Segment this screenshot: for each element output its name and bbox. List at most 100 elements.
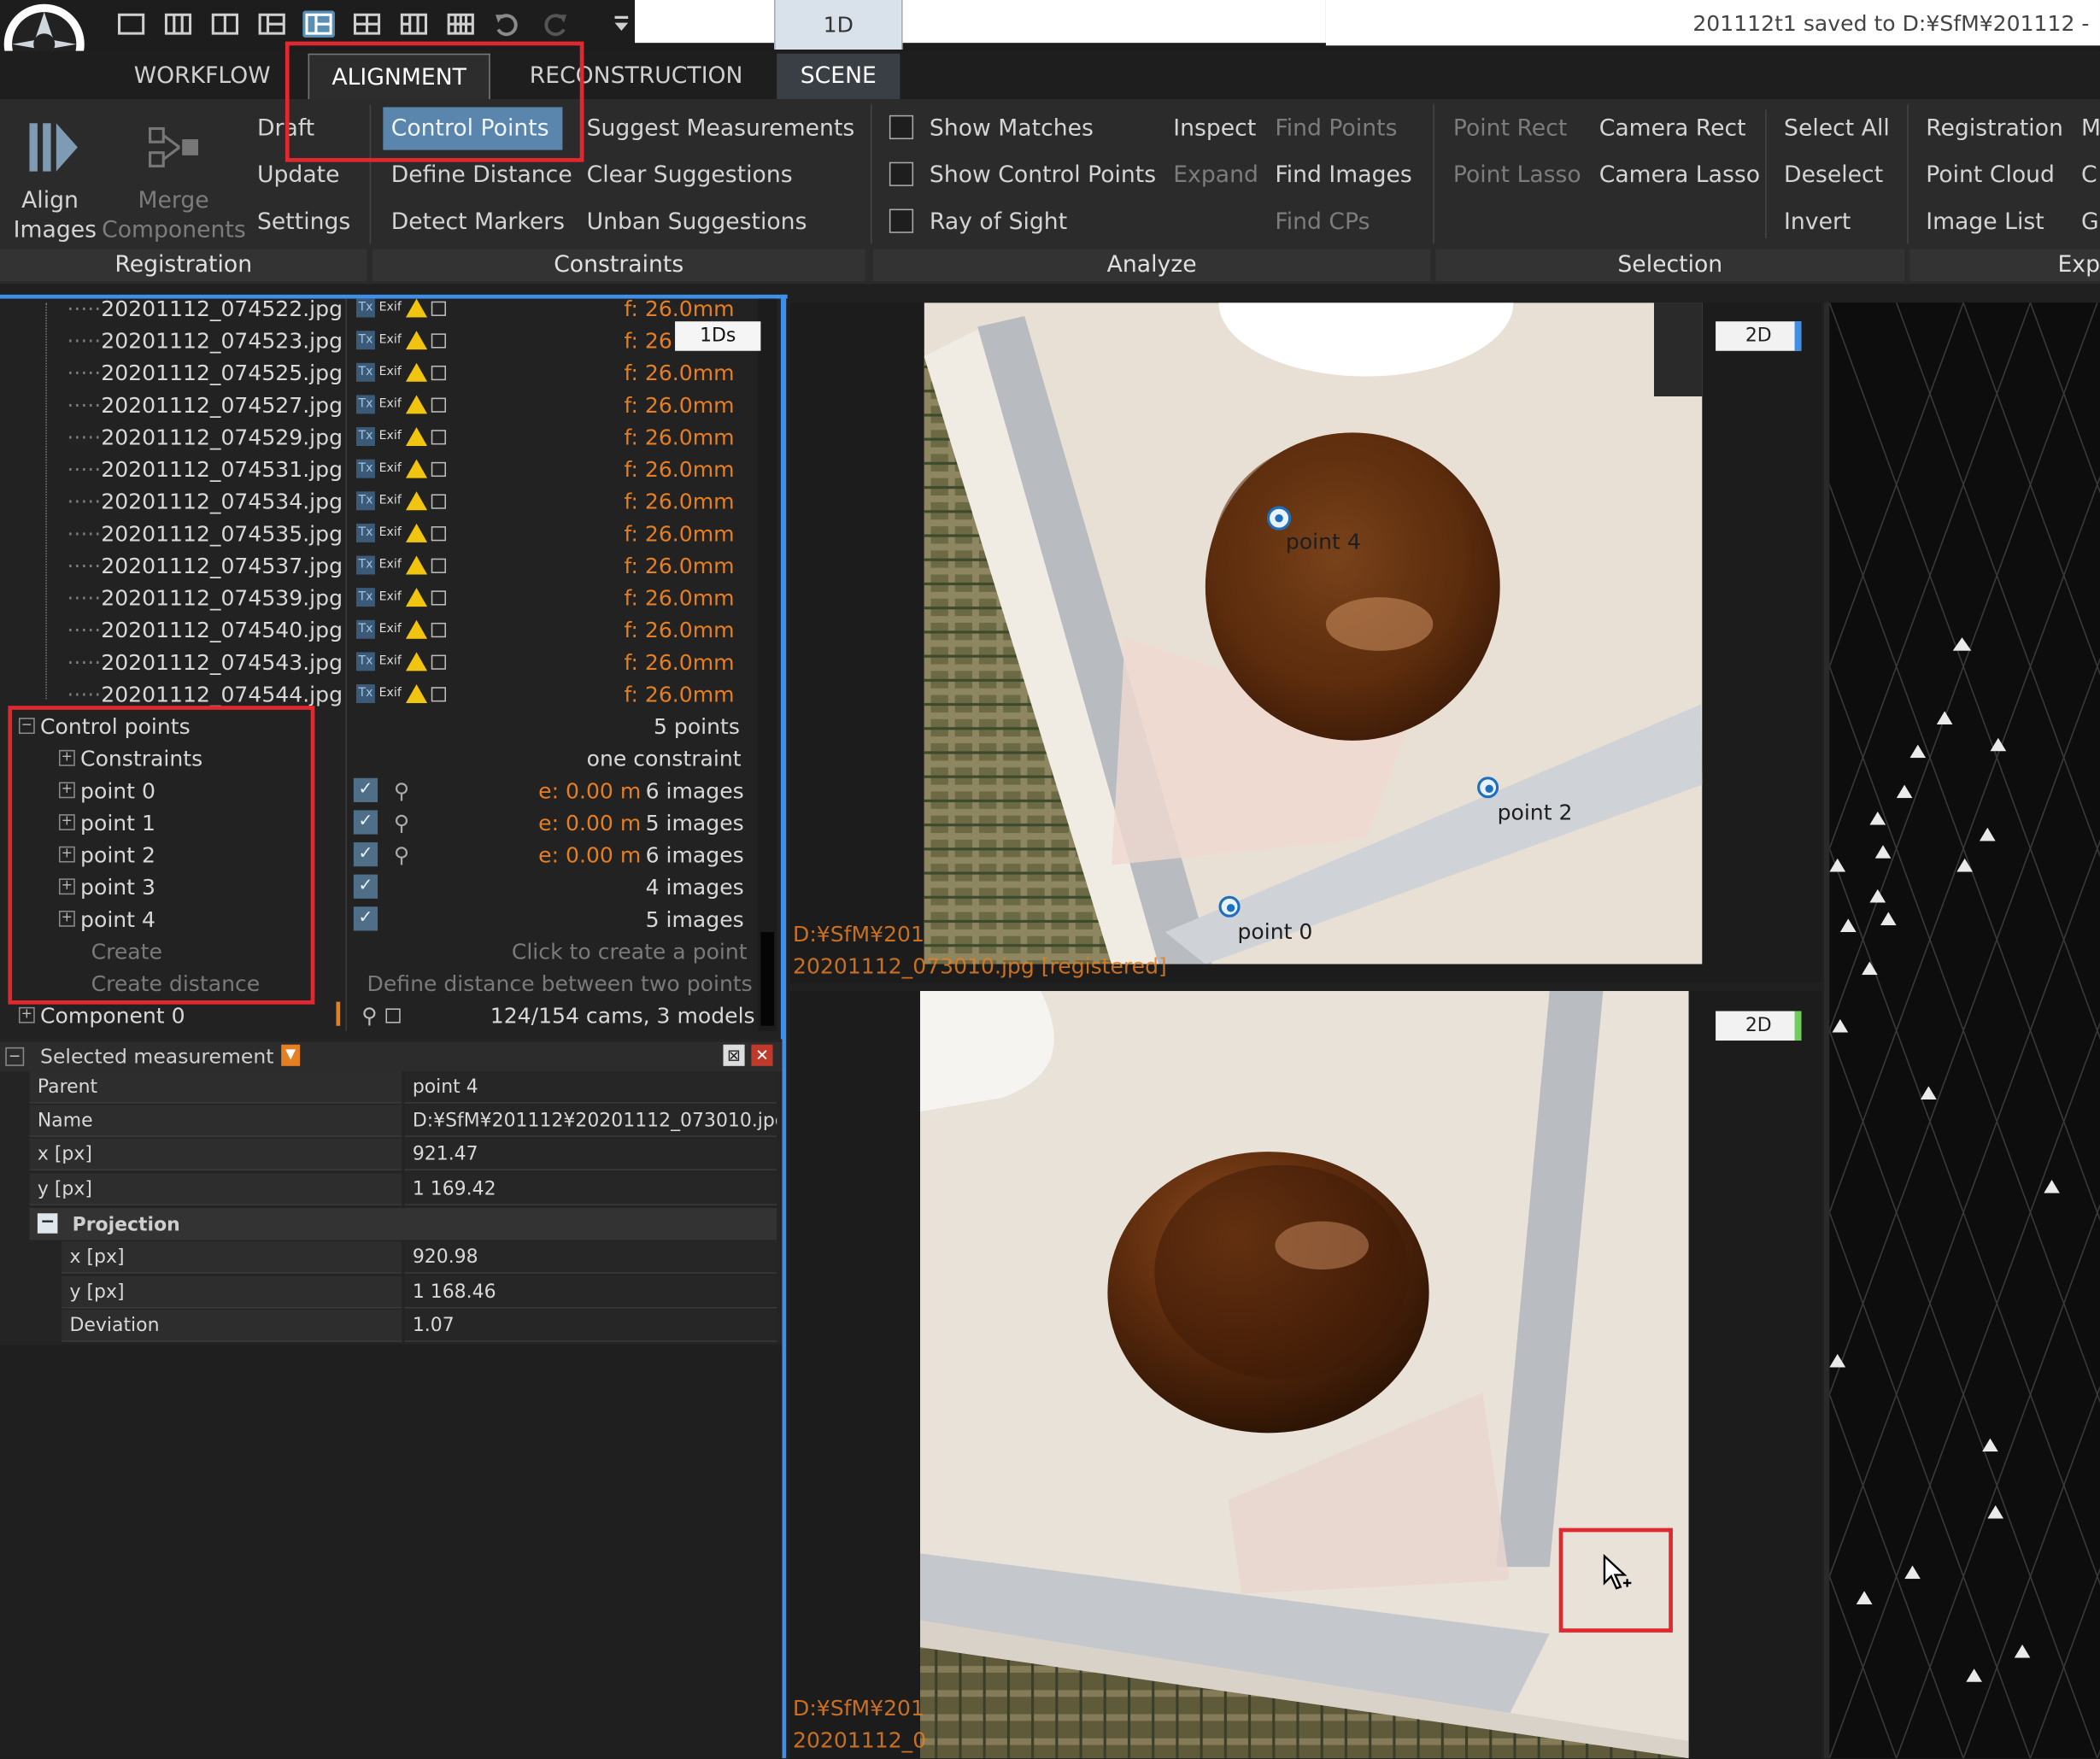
collapse-icon[interactable]: −: [5, 1047, 25, 1066]
align-images-icon[interactable]: [24, 118, 83, 177]
image-file: 20201112_073010.jpg [registered]: [793, 953, 1167, 979]
layout-8-icon[interactable]: [444, 11, 477, 38]
control-point-marker[interactable]: [1218, 895, 1241, 918]
show-control-points-label[interactable]: Show Control Points: [930, 162, 1156, 189]
image-row[interactable]: ····· 20201112_074527.jpg: [67, 389, 343, 421]
collapse-icon[interactable]: −: [37, 1213, 58, 1234]
prop-value[interactable]: 1 169.42: [404, 1173, 777, 1205]
image-row[interactable]: ····· 20201112_074522.jpg: [67, 292, 343, 325]
prop-value[interactable]: 921.47: [404, 1138, 777, 1171]
image-row[interactable]: ····· 20201112_074529.jpg: [67, 420, 343, 453]
texture-icon: Tx: [355, 491, 375, 511]
warning-icon: [405, 555, 427, 575]
ray-of-sight-label[interactable]: Ray of Sight: [930, 209, 1067, 236]
view-mode-badge[interactable]: 2D: [1716, 321, 1802, 351]
tree-scrollbar[interactable]: [758, 298, 777, 1032]
define-distance-button[interactable]: Define Distance: [391, 162, 572, 189]
export-point-cloud-button[interactable]: Point Cloud: [1926, 162, 2055, 189]
image-row[interactable]: ····· 20201112_074525.jpg: [67, 356, 343, 389]
prop-value[interactable]: point 4: [404, 1071, 777, 1104]
prop-value[interactable]: 920.98: [404, 1241, 777, 1274]
image-row[interactable]: ····· 20201112_074537.jpg: [67, 549, 343, 582]
export-g-button[interactable]: G: [2081, 209, 2099, 236]
focal-length: f: 26.0mm: [624, 391, 735, 418]
image-row[interactable]: ····· 20201112_074539.jpg: [67, 581, 343, 613]
pin-icon[interactable]: ▼: [281, 1044, 301, 1066]
check-icon[interactable]: ✓: [353, 874, 378, 899]
check-icon[interactable]: ✓: [353, 810, 378, 835]
image-row[interactable]: ····· 20201112_074543.jpg: [67, 646, 343, 678]
invert-button[interactable]: Invert: [1784, 209, 1851, 236]
align-images-label-2[interactable]: Images: [14, 217, 97, 243]
point-3-checkbox[interactable]: ✓: [353, 871, 378, 903]
layout-1-icon[interactable]: [115, 11, 148, 38]
point-2-checkbox[interactable]: ✓ ⚲: [353, 838, 409, 871]
layout-7-icon[interactable]: [398, 11, 431, 38]
image-row[interactable]: ····· 20201112_074540.jpg: [67, 613, 343, 646]
tab-scene[interactable]: SCENE: [777, 53, 900, 100]
control-point-marker[interactable]: [1266, 506, 1292, 531]
suggest-measurements-button[interactable]: Suggest Measurements: [587, 115, 855, 142]
unban-suggestions-button[interactable]: Unban Suggestions: [587, 209, 807, 236]
prop-value[interactable]: D:¥SfM¥201112¥20201112_073010.jpg: [404, 1105, 777, 1137]
expand-icon[interactable]: +: [18, 1006, 35, 1023]
highlight-alignment: [284, 41, 584, 162]
check-icon[interactable]: ✓: [353, 777, 378, 802]
control-point-marker[interactable]: [1477, 777, 1499, 799]
select-all-button[interactable]: Select All: [1784, 115, 1890, 142]
show-matches-checkbox[interactable]: [889, 114, 914, 140]
tab-workflow[interactable]: WORKFLOW: [115, 54, 290, 99]
ray-of-sight-checkbox[interactable]: [889, 208, 914, 233]
close-icon[interactable]: ✕: [751, 1044, 773, 1066]
export-m-button[interactable]: M: [2081, 115, 2100, 142]
menu-icon[interactable]: [606, 11, 638, 38]
export-image-list-button[interactable]: Image List: [1926, 209, 2044, 236]
update-button[interactable]: Update: [257, 162, 340, 189]
check-icon[interactable]: ✓: [353, 906, 378, 931]
point-0-checkbox[interactable]: ✓ ⚲: [353, 774, 409, 806]
layout-5-icon[interactable]: [302, 10, 335, 38]
view-mode-badge[interactable]: 2D: [1716, 1011, 1802, 1041]
tab-1d[interactable]: 1D: [774, 0, 903, 50]
redo-icon[interactable]: [540, 11, 572, 38]
tree-scrollbar-thumb[interactable]: [760, 932, 775, 1026]
warning-icon: [405, 684, 427, 703]
find-images-button[interactable]: Find Images: [1275, 162, 1411, 189]
export-registration-button[interactable]: Registration: [1926, 115, 2063, 142]
check-icon[interactable]: ✓: [353, 842, 378, 867]
point-4-checkbox[interactable]: ✓: [353, 903, 378, 935]
layout-4-icon[interactable]: [255, 11, 288, 38]
point-1-checkbox[interactable]: ✓ ⚲: [353, 806, 409, 839]
image-row[interactable]: ····· 20201112_074535.jpg: [67, 517, 343, 549]
image-row[interactable]: ····· 20201112_074531.jpg: [67, 453, 343, 485]
layout-3-icon[interactable]: [209, 11, 242, 38]
show-control-points-checkbox[interactable]: [889, 161, 914, 186]
image-status-icons: Tx Exif: [355, 581, 449, 613]
scene-3d-view[interactable]: [1829, 302, 2100, 1759]
clear-suggestions-button[interactable]: Clear Suggestions: [587, 162, 793, 189]
photo-top[interactable]: [924, 302, 1703, 965]
inspect-button[interactable]: Inspect: [1173, 115, 1256, 142]
image-row[interactable]: ····· 20201112_074534.jpg: [67, 484, 343, 517]
prop-value[interactable]: 1 168.46: [404, 1275, 777, 1309]
float-icon[interactable]: ⊠: [723, 1044, 745, 1066]
deselect-button[interactable]: Deselect: [1784, 162, 1883, 189]
settings-button[interactable]: Settings: [257, 209, 350, 236]
layout-2-icon[interactable]: [162, 11, 195, 38]
warning-icon: [405, 523, 427, 542]
layout-6-icon[interactable]: [351, 11, 384, 38]
title-spacer-2: [902, 0, 1326, 44]
camera-rect-button[interactable]: Camera Rect: [1599, 115, 1746, 142]
create-point-hint: Click to create a point: [511, 938, 748, 964]
prop-value[interactable]: 1.07: [404, 1310, 777, 1342]
detect-markers-button[interactable]: Detect Markers: [391, 209, 565, 236]
photo-bottom[interactable]: [919, 991, 1689, 1759]
export-c-button[interactable]: C: [2081, 162, 2097, 189]
camera-lasso-button[interactable]: Camera Lasso: [1599, 162, 1760, 189]
merge-components-icon[interactable]: [144, 123, 203, 171]
show-matches-label[interactable]: Show Matches: [930, 115, 1094, 142]
image-row[interactable]: ····· 20201112_074523.jpg: [67, 324, 343, 356]
focal-length: f: 26.0mm: [624, 488, 735, 514]
undo-icon[interactable]: [490, 11, 523, 38]
align-images-label-1[interactable]: Align: [21, 187, 79, 214]
